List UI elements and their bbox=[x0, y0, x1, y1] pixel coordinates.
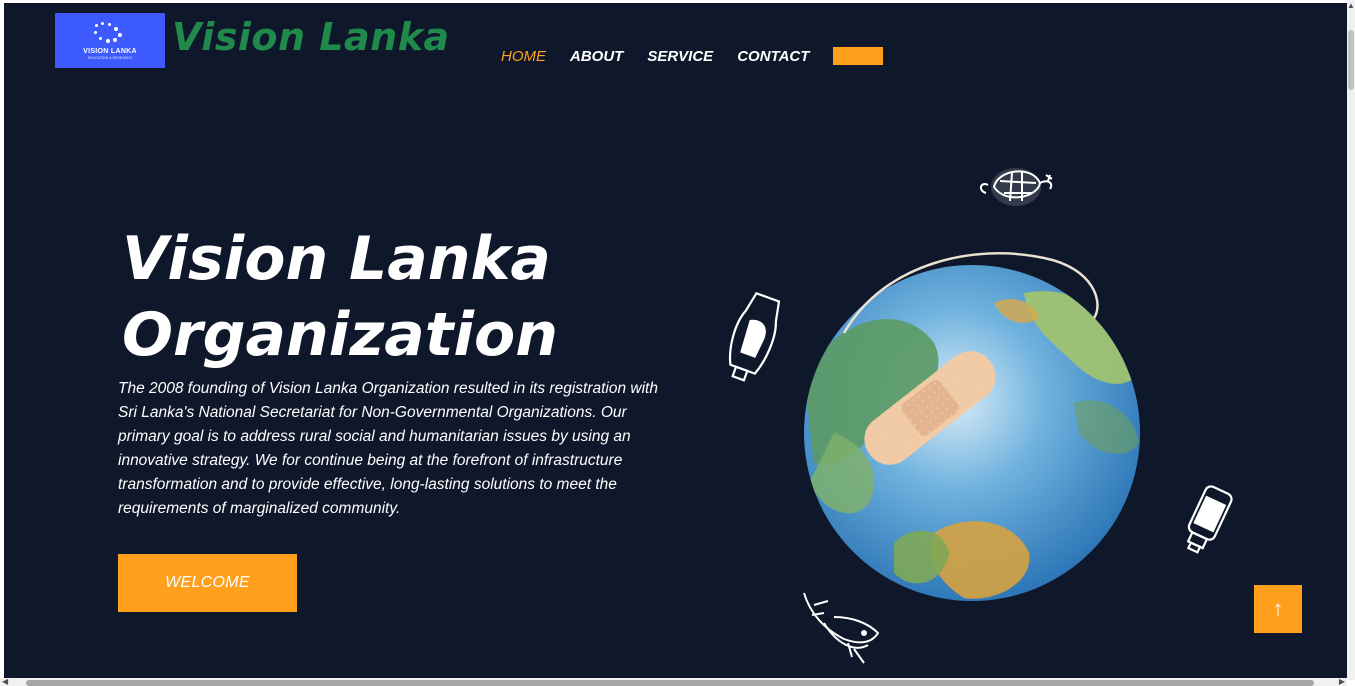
scroll-left-arrow-icon[interactable]: ◀ bbox=[2, 678, 8, 686]
nav-home[interactable]: HOME bbox=[501, 48, 546, 65]
vertical-scroll-thumb[interactable] bbox=[1348, 30, 1354, 90]
nav-about[interactable]: ABOUT bbox=[570, 48, 623, 65]
logo[interactable]: VISION LANKA EDUCATION & RESEARCH bbox=[55, 13, 165, 68]
horizontal-scrollbar[interactable]: ◀ ▶ bbox=[0, 678, 1347, 686]
vertical-scrollbar[interactable]: ▲ bbox=[1347, 0, 1355, 680]
nav-service[interactable]: SERVICE bbox=[647, 48, 713, 65]
main-nav: HOME ABOUT SERVICE CONTACT bbox=[501, 47, 884, 65]
logo-subtitle: EDUCATION & RESEARCH bbox=[87, 55, 133, 60]
nav-contact[interactable]: CONTACT bbox=[737, 48, 809, 65]
logo-dots-icon bbox=[93, 21, 127, 44]
page-viewport: VISION LANKA EDUCATION & RESEARCH Vision… bbox=[4, 3, 1347, 678]
hero-title: Vision Lanka Organization bbox=[122, 221, 642, 373]
brand-name[interactable]: Vision Lanka bbox=[172, 15, 450, 59]
logo-title: VISION LANKA bbox=[83, 47, 137, 55]
hero-title-line2: Organization bbox=[122, 300, 558, 370]
scroll-right-arrow-icon[interactable]: ▶ bbox=[1339, 678, 1345, 686]
nav-action-button[interactable] bbox=[833, 47, 884, 65]
scroll-up-arrow-icon[interactable]: ▲ bbox=[1347, 2, 1355, 10]
horizontal-scroll-thumb[interactable] bbox=[26, 680, 1314, 686]
hero-title-line1: Vision Lanka bbox=[122, 224, 551, 294]
scroll-to-top-button[interactable]: ↑ bbox=[1254, 585, 1302, 633]
welcome-button[interactable]: WELCOME bbox=[118, 554, 297, 612]
bandaged-earth-icon bbox=[728, 168, 1233, 664]
hero-description: The 2008 founding of Vision Lanka Organi… bbox=[118, 380, 658, 517]
arrow-up-icon: ↑ bbox=[1272, 596, 1284, 621]
